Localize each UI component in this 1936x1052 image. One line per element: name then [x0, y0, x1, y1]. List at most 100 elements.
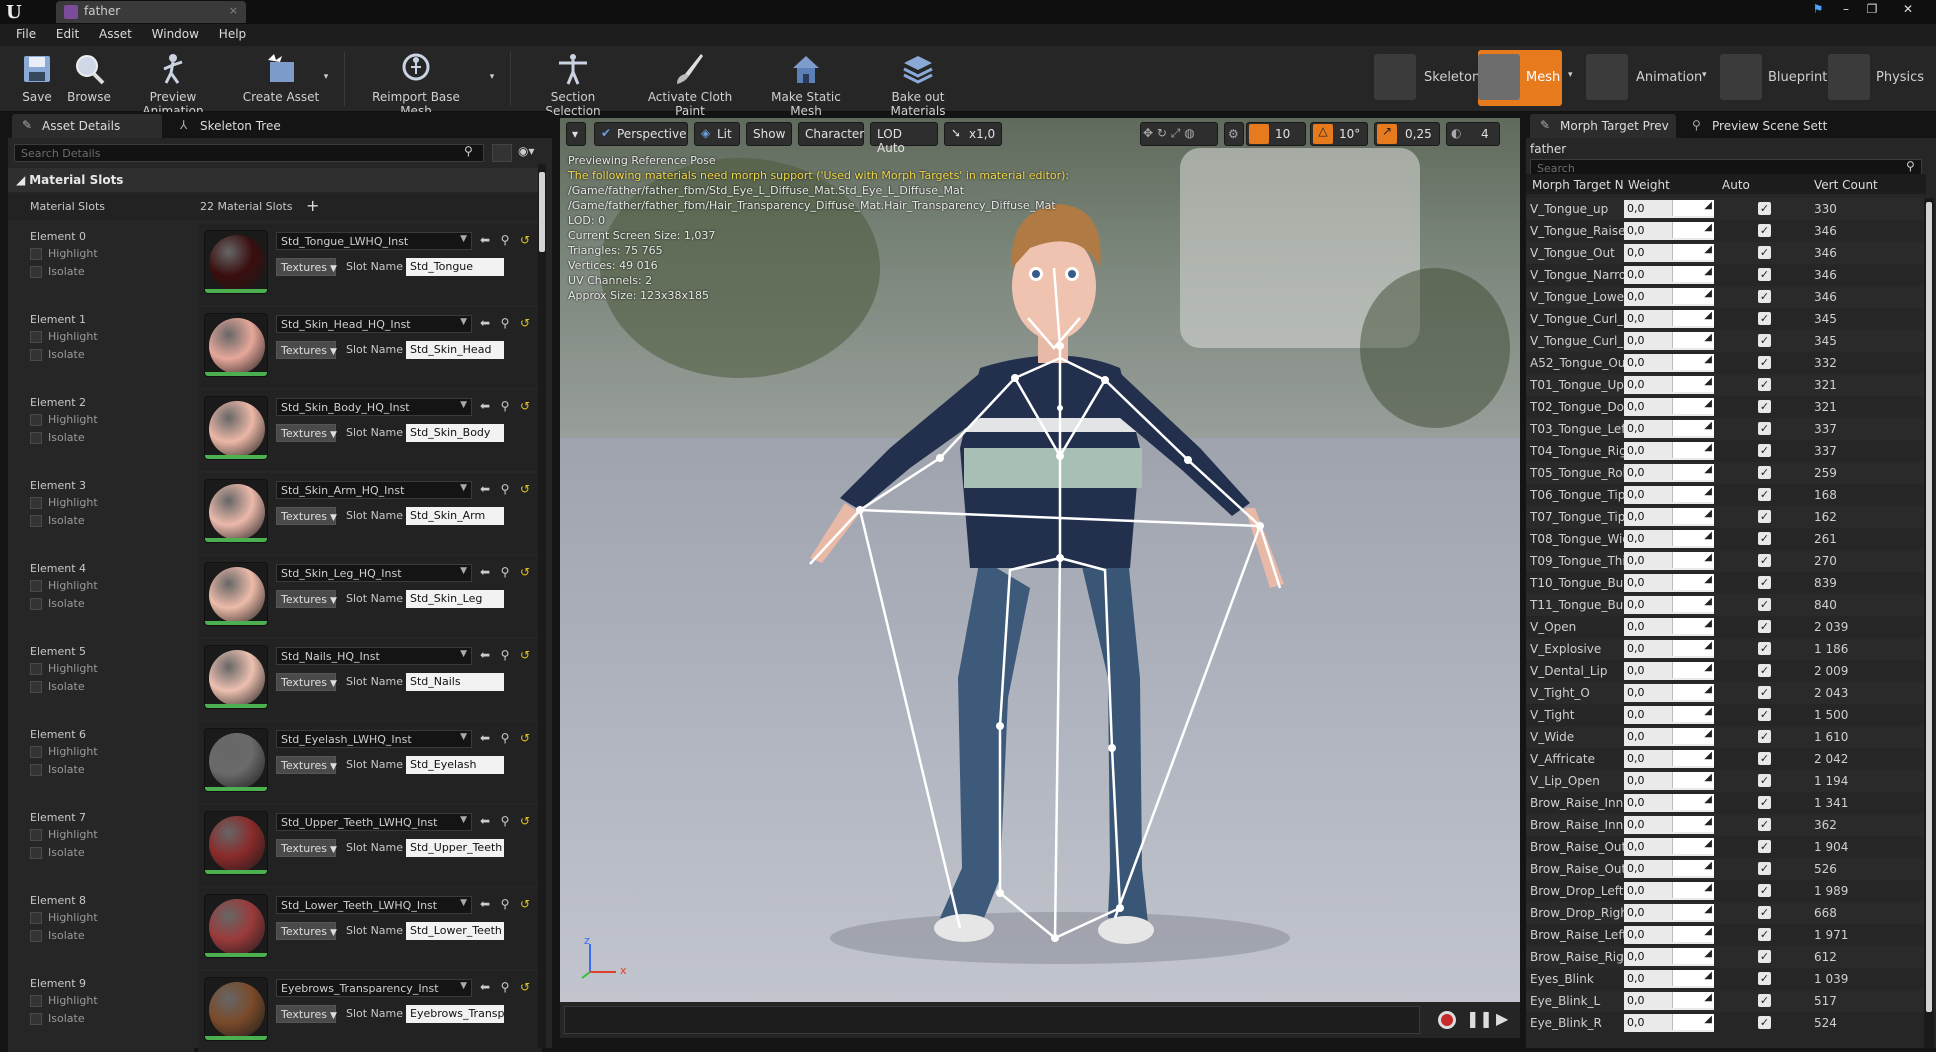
isolate-checkbox[interactable]	[30, 847, 42, 859]
textures-dropdown[interactable]: Textures ▼	[276, 507, 337, 525]
weight-slider[interactable]: ◢	[1672, 882, 1714, 898]
timeline-scrubber[interactable]	[564, 1006, 1420, 1034]
auto-checkbox[interactable]: ✓	[1758, 246, 1771, 259]
auto-checkbox[interactable]: ✓	[1758, 598, 1771, 611]
add-material-slot-icon[interactable]: +	[306, 196, 319, 215]
browse-asset-icon[interactable]: ⚲	[498, 648, 512, 662]
auto-checkbox[interactable]: ✓	[1758, 620, 1771, 633]
translate-icon[interactable]: ✥	[1143, 126, 1153, 140]
weight-spinbox[interactable]: 0,0 ◢	[1624, 486, 1714, 504]
weight-slider[interactable]: ◢	[1672, 530, 1714, 546]
weight-spinbox[interactable]: 0,0 ◢	[1624, 728, 1714, 746]
slot-name-input[interactable]: Std_Skin_Head	[406, 341, 504, 359]
tab-skeleton-tree[interactable]: ⅄ Skeleton Tree	[170, 114, 318, 138]
morph-target-row[interactable]: T04_Tongue_Right 0,0 ◢ ✓ 337	[1526, 440, 1926, 462]
weight-slider[interactable]: ◢	[1672, 486, 1714, 502]
weight-slider[interactable]: ◢	[1672, 860, 1714, 876]
weight-spinbox[interactable]: 0,0 ◢	[1624, 926, 1714, 944]
weight-spinbox[interactable]: 0,0 ◢	[1624, 464, 1714, 482]
auto-checkbox[interactable]: ✓	[1758, 950, 1771, 963]
material-thumbnail[interactable]	[204, 562, 268, 626]
column-header-name[interactable]: Morph Target Na	[1532, 178, 1624, 192]
auto-checkbox[interactable]: ✓	[1758, 840, 1771, 853]
reset-to-default-icon[interactable]: ↺	[518, 980, 532, 994]
weight-spinbox[interactable]: 0,0 ◢	[1624, 904, 1714, 922]
morph-target-row[interactable]: V_Affricate 0,0 ◢ ✓ 2 042	[1526, 748, 1926, 770]
reset-to-default-icon[interactable]: ↺	[518, 233, 532, 247]
highlight-checkbox[interactable]	[30, 497, 42, 509]
weight-slider[interactable]: ◢	[1672, 332, 1714, 348]
preview-animation-button[interactable]: Preview Animation	[120, 50, 226, 118]
weight-slider[interactable]: ◢	[1672, 508, 1714, 524]
browse-asset-icon[interactable]: ⚲	[498, 814, 512, 828]
use-selected-arrow-icon[interactable]: ⬅	[478, 897, 492, 911]
morph-target-row[interactable]: V_Tongue_Curl_U 0,0 ◢ ✓ 345	[1526, 308, 1926, 330]
menu-asset[interactable]: Asset	[91, 24, 140, 41]
perspective-button[interactable]: ✔ Perspective	[594, 122, 688, 146]
weight-spinbox[interactable]: 0,0 ◢	[1624, 376, 1714, 394]
weight-spinbox[interactable]: 0,0 ◢	[1624, 1014, 1714, 1032]
record-icon[interactable]	[1438, 1011, 1456, 1029]
auto-checkbox[interactable]: ✓	[1758, 554, 1771, 567]
auto-checkbox[interactable]: ✓	[1758, 488, 1771, 501]
material-thumbnail[interactable]	[204, 396, 268, 460]
document-tab-father[interactable]: father ×	[56, 1, 246, 23]
auto-checkbox[interactable]: ✓	[1758, 268, 1771, 281]
morph-target-row[interactable]: Brow_Raise_Inner 0,0 ◢ ✓ 1 341	[1526, 792, 1926, 814]
morph-target-row[interactable]: V_Tight 0,0 ◢ ✓ 1 500	[1526, 704, 1926, 726]
auto-checkbox[interactable]: ✓	[1758, 730, 1771, 743]
weight-slider[interactable]: ◢	[1672, 684, 1714, 700]
textures-dropdown[interactable]: Textures ▼	[276, 258, 337, 276]
weight-spinbox[interactable]: 0,0 ◢	[1624, 332, 1714, 350]
menu-edit[interactable]: Edit	[48, 24, 87, 41]
eye-visibility-icon[interactable]: ◉▾	[518, 144, 542, 162]
auto-checkbox[interactable]: ✓	[1758, 752, 1771, 765]
isolate-checkbox[interactable]	[30, 349, 42, 361]
use-selected-arrow-icon[interactable]: ⬅	[478, 316, 492, 330]
browse-asset-icon[interactable]: ⚲	[498, 233, 512, 247]
auto-checkbox[interactable]: ✓	[1758, 444, 1771, 457]
auto-checkbox[interactable]: ✓	[1758, 708, 1771, 721]
weight-slider[interactable]: ◢	[1672, 640, 1714, 656]
weight-slider[interactable]: ◢	[1672, 970, 1714, 986]
highlight-checkbox[interactable]	[30, 248, 42, 260]
viewport-3d[interactable]: z x ▾ ✔ Perspective ◈ Lit Show Character…	[560, 118, 1520, 1002]
weight-slider[interactable]: ◢	[1672, 816, 1714, 832]
section-selection-button[interactable]: Section Selection	[524, 50, 622, 118]
surface-snap-icon[interactable]: ⚙	[1224, 122, 1244, 146]
morph-target-row[interactable]: Brow_Raise_Left 0,0 ◢ ✓ 1 971	[1526, 924, 1926, 946]
weight-slider[interactable]: ◢	[1672, 222, 1714, 238]
use-selected-arrow-icon[interactable]: ⬅	[478, 648, 492, 662]
scrollbar-thumb[interactable]	[539, 172, 545, 252]
use-selected-arrow-icon[interactable]: ⬅	[478, 482, 492, 496]
weight-spinbox[interactable]: 0,0 ◢	[1624, 596, 1714, 614]
auto-checkbox[interactable]: ✓	[1758, 774, 1771, 787]
browse-button[interactable]: Browse	[64, 50, 114, 108]
slot-name-input[interactable]: Std_Nails	[406, 673, 504, 691]
slot-name-input[interactable]: Eyebrows_Transpa	[406, 1005, 504, 1023]
material-asset-combo[interactable]: Std_Lower_Teeth_LWHQ_Inst ▼	[276, 896, 472, 914]
weight-slider[interactable]: ◢	[1672, 794, 1714, 810]
browse-asset-icon[interactable]: ⚲	[498, 980, 512, 994]
morph-target-row[interactable]: V_Open 0,0 ◢ ✓ 2 039	[1526, 616, 1926, 638]
weight-spinbox[interactable]: 0,0 ◢	[1624, 288, 1714, 306]
weight-slider[interactable]: ◢	[1672, 464, 1714, 480]
auto-checkbox[interactable]: ✓	[1758, 532, 1771, 545]
auto-checkbox[interactable]: ✓	[1758, 884, 1771, 897]
morph-target-row[interactable]: T02_Tongue_Down 0,0 ◢ ✓ 321	[1526, 396, 1926, 418]
notification-icon[interactable]: ⚑	[1808, 2, 1828, 20]
morph-target-row[interactable]: Brow_Drop_Right 0,0 ◢ ✓ 668	[1526, 902, 1926, 924]
weight-spinbox[interactable]: 0,0 ◢	[1624, 618, 1714, 636]
auto-checkbox[interactable]: ✓	[1758, 818, 1771, 831]
activate-cloth-paint-button[interactable]: Activate Cloth Paint	[632, 50, 748, 118]
weight-spinbox[interactable]: 0,0 ◢	[1624, 948, 1714, 966]
rotate-icon[interactable]: ↻	[1157, 126, 1167, 140]
highlight-checkbox[interactable]	[30, 829, 42, 841]
playback-speed-button[interactable]: ➘ x1,0	[944, 122, 1002, 146]
lit-button[interactable]: ◈ Lit	[694, 122, 740, 146]
reset-to-default-icon[interactable]: ↺	[518, 731, 532, 745]
morph-target-row[interactable]: V_Tongue_Curl_D 0,0 ◢ ✓ 345	[1526, 330, 1926, 352]
weight-slider[interactable]: ◢	[1672, 926, 1714, 942]
left-panel-scrollbar[interactable]	[538, 164, 546, 1048]
slot-name-input[interactable]: Std_Eyelash	[406, 756, 504, 774]
